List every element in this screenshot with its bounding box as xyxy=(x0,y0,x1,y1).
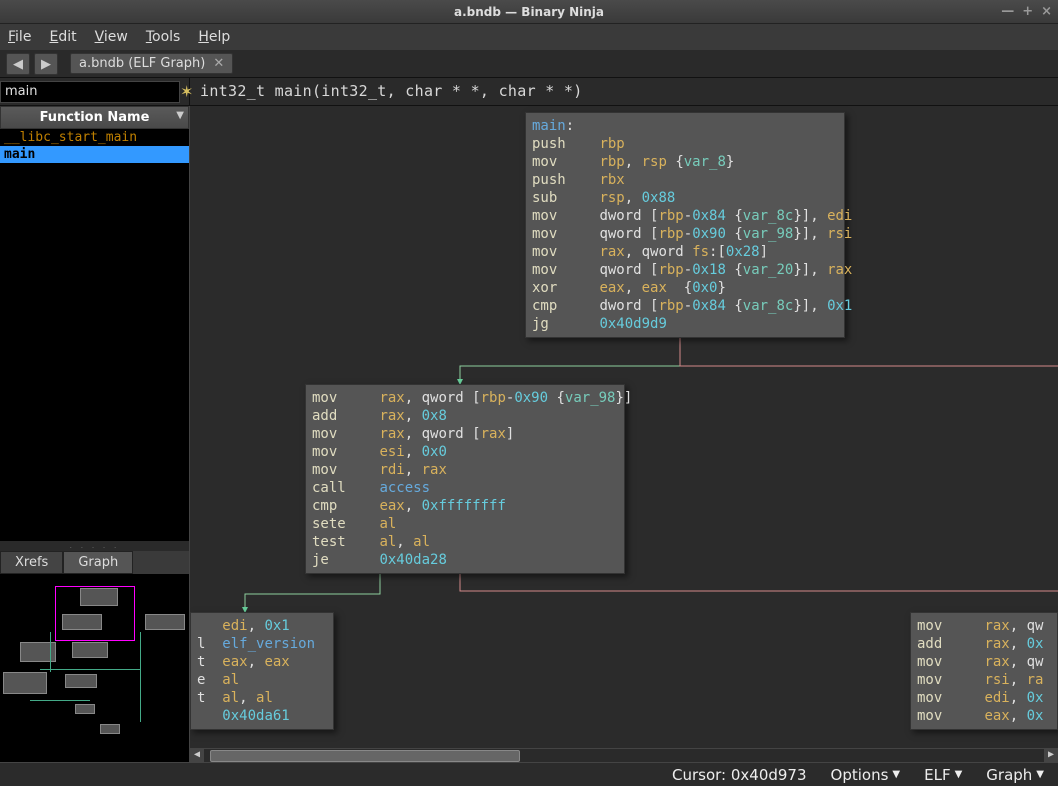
maximize-icon[interactable]: + xyxy=(1022,4,1033,19)
menu-file[interactable]: File xyxy=(8,29,31,45)
basic-block[interactable]: edi, 0x1 l elf_version t eax, eax e al t… xyxy=(190,612,334,730)
status-format-menu[interactable]: ELF▼ xyxy=(924,766,962,784)
menu-help[interactable]: Help xyxy=(198,29,230,45)
function-list[interactable]: __libc_start_main main xyxy=(0,129,189,541)
menu-tools[interactable]: Tools xyxy=(146,29,181,45)
basic-block[interactable]: mov rax, qword [rbp-0x90 {var_98}] add r… xyxy=(305,384,625,574)
scroll-right-icon[interactable]: ▶ xyxy=(1044,749,1058,762)
function-signature: int32_t main(int32_t, char * *, char * *… xyxy=(190,78,1058,105)
graph-view[interactable]: main: push rbp mov rbp, rsp {var_8} push… xyxy=(190,106,1058,762)
tab-graph[interactable]: Graph xyxy=(63,551,133,574)
basic-block[interactable]: main: push rbp mov rbp, rsp {var_8} push… xyxy=(525,112,845,338)
horizontal-scrollbar[interactable]: ◀ ▶ xyxy=(190,748,1058,762)
chevron-down-icon[interactable]: ▼ xyxy=(176,110,184,121)
window-title: a.bndb — Binary Ninja xyxy=(454,5,604,19)
function-list-item[interactable]: __libc_start_main xyxy=(0,129,189,146)
status-cursor: Cursor: 0x40d973 xyxy=(672,766,807,784)
splitter-handle[interactable]: . . . . . xyxy=(0,541,189,551)
menu-view[interactable]: View xyxy=(95,29,128,45)
scroll-left-icon[interactable]: ◀ xyxy=(190,749,204,762)
file-tab-label: a.bndb (ELF Graph) xyxy=(79,56,205,71)
function-list-header[interactable]: Function Name ▼ xyxy=(0,106,189,129)
function-list-item-selected[interactable]: main xyxy=(0,146,189,163)
close-icon[interactable]: × xyxy=(1041,4,1052,19)
status-options-menu[interactable]: Options▼ xyxy=(831,766,901,784)
basic-block[interactable]: mov rax, qw add rax, 0x mov rax, qw mov … xyxy=(910,612,1058,730)
window-titlebar: a.bndb — Binary Ninja — + × xyxy=(0,0,1058,24)
minimize-icon[interactable]: — xyxy=(1001,4,1014,19)
file-tab[interactable]: a.bndb (ELF Graph) ✕ xyxy=(70,53,233,74)
status-bar: Cursor: 0x40d973 Options▼ ELF▼ Graph▼ xyxy=(0,762,1058,786)
tab-bar: ◀ ▶ a.bndb (ELF Graph) ✕ xyxy=(0,50,1058,78)
scrollbar-thumb[interactable] xyxy=(210,750,520,762)
menu-bar: File Edit View Tools Help xyxy=(0,24,1058,50)
nav-back-button[interactable]: ◀ xyxy=(6,53,30,75)
function-search-input[interactable] xyxy=(0,81,180,103)
menu-edit[interactable]: Edit xyxy=(49,29,76,45)
nav-forward-button[interactable]: ▶ xyxy=(34,53,58,75)
close-tab-icon[interactable]: ✕ xyxy=(213,56,224,71)
status-view-menu[interactable]: Graph▼ xyxy=(986,766,1044,784)
tab-xrefs[interactable]: Xrefs xyxy=(0,551,63,574)
graph-minimap[interactable] xyxy=(0,574,189,762)
